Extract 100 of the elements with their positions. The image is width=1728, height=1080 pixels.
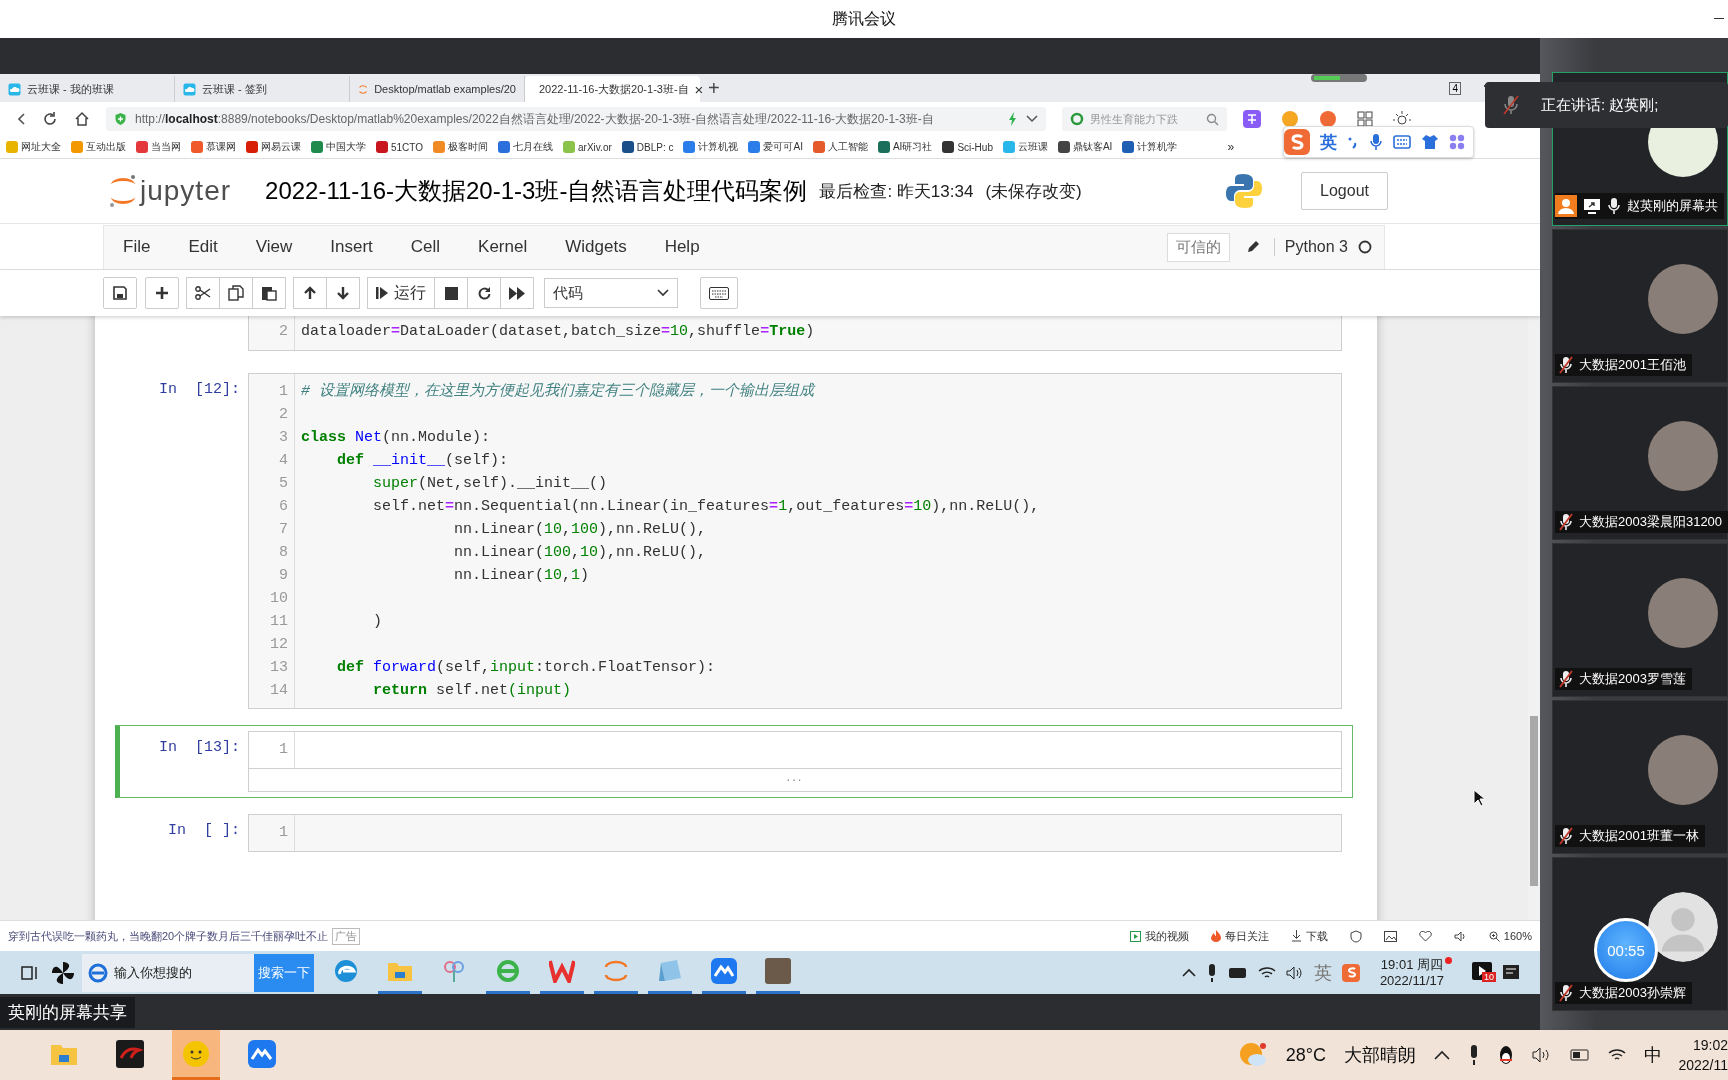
menu-item[interactable]: Kernel	[459, 237, 547, 257]
logout-button[interactable]: Logout	[1301, 172, 1388, 210]
chevron-up-icon[interactable]	[1181, 968, 1196, 977]
code-input[interactable]: 2 dataloader=DataLoader(dataset,batch_size=10,shuffle=True)	[248, 316, 1342, 351]
bookmark[interactable]: 当当网	[136, 140, 181, 154]
menu-item[interactable]: Cell	[391, 237, 460, 257]
volume-icon[interactable]	[1453, 930, 1467, 942]
menu-item[interactable]: Help	[645, 237, 719, 257]
ime-mode-label[interactable]: 英	[1320, 130, 1337, 154]
image-icon[interactable]	[1383, 930, 1397, 942]
bookmark[interactable]: 网址大全	[6, 140, 61, 154]
chevron-up-icon[interactable]	[1434, 1050, 1450, 1060]
menu-item[interactable]: File	[104, 237, 170, 257]
apps-icon[interactable]	[1449, 134, 1465, 150]
battery-icon[interactable]	[1227, 966, 1248, 979]
wifi-icon[interactable]	[1257, 965, 1276, 980]
zoom-level[interactable]: 160%	[1488, 930, 1532, 942]
window-count[interactable]: 4	[1449, 81, 1461, 95]
heart-icon[interactable]	[1418, 930, 1432, 942]
bookmark[interactable]: Sci-Hub	[942, 141, 993, 153]
microphone-icon[interactable]	[1468, 1045, 1480, 1065]
selected-cell[interactable]: In [13]: 1 ...	[115, 725, 1353, 798]
status-item[interactable]: 每日关注	[1210, 928, 1269, 944]
search-icon[interactable]	[1206, 112, 1219, 126]
shield-icon[interactable]	[1349, 929, 1362, 943]
stop-button[interactable]	[434, 277, 468, 309]
weather-text[interactable]: 大部晴朗	[1344, 1043, 1416, 1067]
bookmark[interactable]: 网易云课	[246, 140, 301, 154]
sogou-logo-icon[interactable]	[1341, 963, 1360, 982]
reload-icon[interactable]	[42, 111, 58, 127]
save-button[interactable]	[103, 277, 137, 309]
home-icon[interactable]	[74, 111, 90, 127]
trusted-indicator[interactable]: 可信的	[1166, 232, 1230, 262]
wifi-icon[interactable]	[1608, 1048, 1626, 1062]
insert-cell-button[interactable]	[145, 277, 179, 309]
bookmark[interactable]: DBLP: c	[621, 141, 674, 153]
grid-icon[interactable]	[1357, 111, 1373, 127]
news-ticker[interactable]: 穿到古代误吃一颗药丸，当晚翻20个牌子数月后三千佳丽孕吐不止	[8, 928, 329, 944]
search-field[interactable]: 输入你想搜的	[82, 953, 254, 992]
participant-tile[interactable]: 大数据2001王佰池	[1552, 229, 1728, 383]
cell-type-dropdown[interactable]: 代码	[544, 278, 678, 308]
keyboard-icon[interactable]	[1393, 135, 1411, 149]
chevron-down-icon[interactable]	[1026, 115, 1038, 123]
run-button[interactable]: 运行	[367, 277, 435, 309]
bookmark[interactable]: 云班课	[1002, 140, 1048, 154]
volume-icon[interactable]	[1532, 1047, 1552, 1063]
translate-icon[interactable]	[1243, 110, 1261, 128]
bookmark[interactable]: 51CTO	[376, 141, 424, 153]
status-item[interactable]: 下载	[1290, 928, 1328, 944]
participant-tile[interactable]: 大数据2001班董一林	[1552, 700, 1728, 854]
bookmark[interactable]: 鼎钛客AI	[1057, 140, 1113, 154]
battery-icon[interactable]	[1570, 1049, 1590, 1061]
back-icon[interactable]	[18, 112, 26, 126]
restart-button[interactable]	[467, 277, 501, 309]
volume-icon[interactable]	[1285, 965, 1304, 980]
menu-item[interactable]: Insert	[311, 237, 392, 257]
participant-tile[interactable]: 大数据2003梁晨阳31200	[1552, 386, 1728, 540]
bookmark[interactable]: 爱可可AI	[748, 140, 803, 154]
bookmark[interactable]: 中国大学	[311, 140, 366, 154]
bookmark[interactable]: arXiv.or	[563, 141, 612, 153]
command-palette-button[interactable]	[700, 277, 738, 309]
code-input[interactable]	[248, 373, 1342, 709]
collapsed-output[interactable]: ...	[248, 769, 1342, 792]
temperature[interactable]: 28°C	[1285, 1044, 1326, 1066]
cut-button[interactable]	[186, 277, 220, 309]
browser-tab[interactable]: 2022-11-16-大数据20-1-3班-自 ×	[525, 76, 700, 102]
paste-button[interactable]	[252, 277, 286, 309]
bookmark[interactable]: 计算机视	[683, 140, 739, 154]
menu-item[interactable]: View	[236, 237, 312, 257]
bookmark[interactable]: 计算机学	[1122, 140, 1178, 154]
copy-button[interactable]	[219, 277, 253, 309]
bookmark[interactable]: 互动出版	[71, 140, 126, 154]
bookmark[interactable]: 人工智能	[812, 140, 868, 154]
menu-item[interactable]: Edit	[169, 237, 237, 257]
menu-item[interactable]: Widgets	[546, 237, 646, 257]
move-up-button[interactable]	[293, 277, 327, 309]
ime-indicator[interactable]: 中	[1644, 1043, 1662, 1067]
status-item[interactable]: 我的视频	[1129, 928, 1189, 944]
sun-icon[interactable]	[1393, 110, 1411, 128]
pencil-icon[interactable]	[1245, 240, 1260, 254]
jupyter-logo[interactable]: jupyter	[108, 173, 232, 209]
shirt-icon[interactable]	[1421, 134, 1439, 150]
task-view-icon[interactable]	[20, 964, 40, 981]
bookmark[interactable]: 极客时间	[433, 140, 489, 154]
address-field[interactable]: http://localhost:8889/notebooks/Desktop/matlab%20examples/2022自然语言处理/2022-大数据-20-1-3班-自然语言处理/2022-11-16-大数据20-1-3班-自	[106, 107, 1046, 131]
participant-tile[interactable]: 大数据2003罗雪莲	[1552, 543, 1728, 697]
move-down-button[interactable]	[326, 277, 360, 309]
notification-center-icon[interactable]	[1502, 963, 1520, 982]
extension-icon[interactable]	[1319, 110, 1337, 128]
taskbar-clock[interactable]: 19:01 周四 2022/11/17	[1379, 956, 1452, 989]
more-bookmarks-button[interactable]: »	[1227, 140, 1235, 154]
penguin-icon[interactable]	[1498, 1045, 1514, 1065]
run-all-button[interactable]	[500, 277, 534, 309]
bookmark[interactable]: 七月在线	[498, 140, 554, 154]
notebook-title[interactable]: 2022-11-16-大数据20-1-3班-自然语言处理代码案例	[265, 175, 808, 207]
pinwheel-icon[interactable]	[50, 959, 76, 986]
bookmark[interactable]: AI研习社	[877, 140, 933, 154]
bookmark[interactable]: 慕课网	[191, 140, 236, 154]
taskbar-clock[interactable]: 19:02 2022/11	[1680, 1035, 1728, 1075]
weather-icon[interactable]	[1237, 1041, 1268, 1069]
